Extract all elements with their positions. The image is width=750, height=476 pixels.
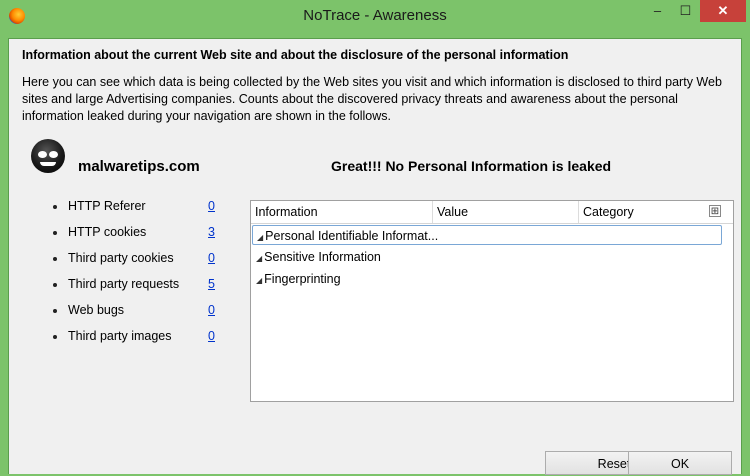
site-name: malwaretips.com [78,158,200,175]
column-header-information[interactable]: Information [251,201,433,223]
close-button[interactable]: ✕ [700,0,746,22]
bullet-icon [53,205,57,209]
malwaretips-logo-icon [31,139,65,173]
stat-count-link[interactable]: 5 [208,277,215,291]
stat-item-http-cookies: HTTP cookies 3 [53,225,223,251]
maximize-button[interactable]: ☐ [672,0,699,22]
stat-label: Third party requests [68,277,180,291]
bullet-icon [53,283,57,287]
stat-label: Third party cookies [68,251,174,265]
stat-label: Web bugs [68,303,125,317]
window-title: NoTrace - Awareness [303,7,447,24]
app-window: NoTrace - Awareness – ☐ ✕ Information ab… [0,0,750,475]
stat-label: Third party images [68,329,172,343]
stat-count-link[interactable]: 0 [208,303,215,317]
column-header-value[interactable]: Value [433,201,579,223]
column-header-category[interactable]: Category [579,201,707,223]
description-text: Here you can see which data is being col… [22,75,722,123]
dialog-footer: Reset OK [9,444,741,475]
stat-item-third-party-images: Third party images 0 [53,329,223,355]
stats-list: HTTP Referer 0 HTTP cookies 3 Third part… [53,199,223,355]
stat-item-third-party-cookies: Third party cookies 0 [53,251,223,277]
stat-count-link[interactable]: 3 [208,225,215,239]
stat-count-link[interactable]: 0 [208,251,215,265]
stat-item-web-bugs: Web bugs 0 [53,303,223,329]
title-bar[interactable]: NoTrace - Awareness – ☐ ✕ [0,0,750,32]
tree-row-fingerprinting[interactable]: ◢ Fingerprinting [252,269,722,289]
bullet-icon [53,309,57,313]
leak-status: Great!!! No Personal Information is leak… [331,158,612,174]
tree-row-label: Fingerprinting [264,272,341,286]
expand-twisty-icon[interactable]: ◢ [256,276,262,285]
stat-item-http-referer: HTTP Referer 0 [53,199,223,225]
tree-header: Information Value Category ⊞ [251,201,733,224]
stat-count-link[interactable]: 0 [208,329,215,343]
stat-item-third-party-requests: Third party requests 5 [53,277,223,303]
expand-twisty-icon[interactable]: ◢ [256,254,262,263]
stat-label: HTTP Referer [68,199,146,213]
tree-row-label: Sensitive Information [264,250,381,264]
tree-row-sensitive-information[interactable]: ◢ Sensitive Information [252,247,722,267]
stat-count-link[interactable]: 0 [208,199,215,213]
info-tree[interactable]: Information Value Category ⊞ ◢ Personal I… [250,200,734,402]
stat-label: HTTP cookies [68,225,147,239]
bullet-icon [53,257,57,261]
tree-row-label: Personal Identifiable Informat... [265,229,439,243]
minimize-button[interactable]: – [644,0,671,22]
dialog-content: Information about the current Web site a… [8,38,742,475]
column-picker-icon[interactable]: ⊞ [709,205,721,217]
tree-row-personal-identifiable[interactable]: ◢ Personal Identifiable Informat... [252,225,722,245]
ok-button[interactable]: OK [628,451,732,475]
bullet-icon [53,231,57,235]
expand-twisty-icon[interactable]: ◢ [257,233,263,242]
section-heading: Information about the current Web site a… [22,48,569,62]
bullet-icon [53,335,57,339]
